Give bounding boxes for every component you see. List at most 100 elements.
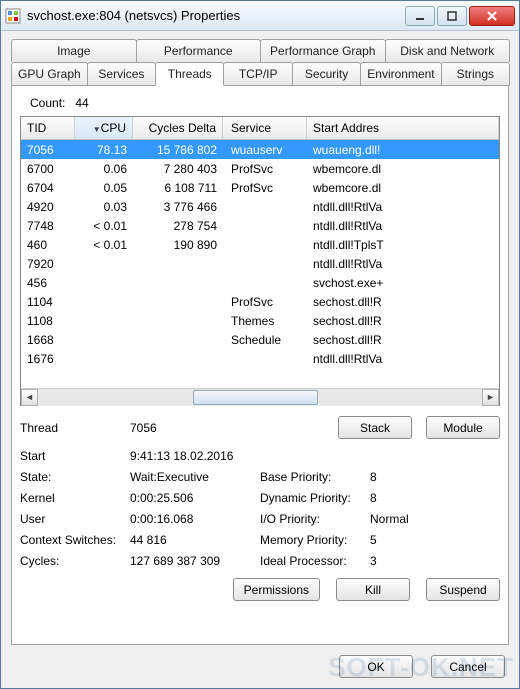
- tab-panel-threads: Count: 44 TID ▼CPU Cycles Delta Service …: [11, 85, 509, 645]
- permissions-button[interactable]: Permissions: [233, 578, 320, 601]
- scroll-track[interactable]: [38, 389, 482, 406]
- cell-start-address: sechost.dll!R: [307, 332, 499, 348]
- cell-cpu: 0.03: [75, 199, 133, 215]
- cell-cycles: [133, 339, 223, 341]
- col-cycles-delta[interactable]: Cycles Delta: [133, 117, 223, 139]
- cell-cycles: [133, 358, 223, 360]
- cell-tid: 7920: [21, 256, 75, 272]
- client-area: ImagePerformancePerformance GraphDisk an…: [1, 31, 519, 688]
- memory-priority-value: 5: [370, 533, 440, 547]
- cycles-label: Cycles:: [20, 554, 130, 568]
- dynamic-priority-value: 8: [370, 491, 440, 505]
- cell-tid: 1668: [21, 332, 75, 348]
- cell-cpu: 0.05: [75, 180, 133, 196]
- table-row[interactable]: 1104ProfSvcsechost.dll!R: [21, 292, 499, 311]
- user-value: 0:00:16.068: [130, 512, 260, 526]
- tab-performance-graph[interactable]: Performance Graph: [260, 39, 386, 62]
- cell-cpu: < 0.01: [75, 237, 133, 253]
- col-start-address[interactable]: Start Addres: [307, 117, 499, 139]
- cell-tid: 1104: [21, 294, 75, 310]
- cell-start-address: wbemcore.dl: [307, 180, 499, 196]
- minimize-button[interactable]: [405, 6, 435, 26]
- cell-cpu: [75, 320, 133, 322]
- properties-window: svchost.exe:804 (netsvcs) Properties Ima…: [0, 0, 520, 689]
- titlebar[interactable]: svchost.exe:804 (netsvcs) Properties: [1, 1, 519, 31]
- start-value: 9:41:13 18.02.2016: [130, 449, 440, 463]
- cell-start-address: sechost.dll!R: [307, 294, 499, 310]
- io-priority-label: I/O Priority:: [260, 512, 370, 526]
- cell-cycles: [133, 263, 223, 265]
- cell-tid: 7056: [21, 142, 75, 158]
- table-row[interactable]: 7748< 0.01278 754ntdll.dll!RtlVa: [21, 216, 499, 235]
- module-button[interactable]: Module: [426, 416, 500, 439]
- table-row[interactable]: 67000.067 280 403ProfSvcwbemcore.dl: [21, 159, 499, 178]
- cell-service: [223, 225, 307, 227]
- tab-tcp/ip[interactable]: TCP/IP: [223, 62, 292, 86]
- suspend-button[interactable]: Suspend: [426, 578, 500, 601]
- cycles-value: 127 689 387 309: [130, 554, 260, 568]
- sort-desc-icon: ▼: [93, 125, 101, 134]
- tab-threads[interactable]: Threads: [155, 62, 224, 86]
- ideal-processor-label: Ideal Processor:: [260, 554, 370, 568]
- tab-services[interactable]: Services: [87, 62, 156, 86]
- close-button[interactable]: [469, 6, 515, 26]
- io-priority-value: Normal: [370, 512, 440, 526]
- base-priority-label: Base Priority:: [260, 470, 370, 484]
- kernel-label: Kernel: [20, 491, 130, 505]
- tab-gpu-graph[interactable]: GPU Graph: [11, 62, 88, 86]
- start-label: Start: [20, 449, 130, 463]
- stack-button[interactable]: Stack: [338, 416, 412, 439]
- kill-button[interactable]: Kill: [336, 578, 410, 601]
- cell-start-address: ntdll.dll!RtlVa: [307, 218, 499, 234]
- cancel-button[interactable]: Cancel: [431, 655, 505, 678]
- context-switches-value: 44 816: [130, 533, 260, 547]
- memory-priority-label: Memory Priority:: [260, 533, 370, 547]
- cell-tid: 4920: [21, 199, 75, 215]
- thread-action-buttons: Permissions Kill Suspend: [20, 578, 500, 601]
- table-row[interactable]: 67040.056 108 711ProfSvcwbemcore.dl: [21, 178, 499, 197]
- cell-start-address: ntdll.dll!RtlVa: [307, 256, 499, 272]
- table-row[interactable]: 1108Themessechost.dll!R: [21, 311, 499, 330]
- window-controls: [403, 6, 515, 26]
- state-label: State:: [20, 470, 130, 484]
- scroll-thumb[interactable]: [193, 390, 317, 405]
- col-cpu[interactable]: ▼CPU: [75, 117, 133, 139]
- col-tid[interactable]: TID: [21, 117, 75, 139]
- table-row[interactable]: 1668Schedulesechost.dll!R: [21, 330, 499, 349]
- tab-environment[interactable]: Environment: [360, 62, 441, 86]
- table-row[interactable]: 7920 ntdll.dll!RtlVa: [21, 254, 499, 273]
- table-row[interactable]: 460< 0.01190 890ntdll.dll!TplsT: [21, 235, 499, 254]
- grid-body[interactable]: 705678.1315 786 802wuauservwuaueng.dll!6…: [21, 140, 499, 388]
- count-label: Count:: [30, 96, 65, 110]
- cell-tid: 6700: [21, 161, 75, 177]
- ok-button[interactable]: OK: [339, 655, 413, 678]
- user-label: User: [20, 512, 130, 526]
- tab-strings[interactable]: Strings: [441, 62, 510, 86]
- app-icon: [5, 8, 21, 24]
- thread-label: Thread: [20, 421, 130, 435]
- table-row[interactable]: 456svchost.exe+: [21, 273, 499, 292]
- tab-image[interactable]: Image: [11, 39, 137, 62]
- cell-service: [223, 206, 307, 208]
- scroll-right-icon[interactable]: ►: [482, 389, 499, 406]
- tab-security[interactable]: Security: [292, 62, 361, 86]
- cell-service: ProfSvc: [223, 161, 307, 177]
- maximize-button[interactable]: [437, 6, 467, 26]
- tabstrip: ImagePerformancePerformance GraphDisk an…: [11, 39, 509, 86]
- table-row[interactable]: 49200.033 776 466ntdll.dll!RtlVa: [21, 197, 499, 216]
- thread-detail-top: Thread 7056 Stack Module: [20, 416, 500, 439]
- tab-disk-and-network[interactable]: Disk and Network: [385, 39, 511, 62]
- tab-performance[interactable]: Performance: [136, 39, 262, 62]
- cell-cpu: [75, 263, 133, 265]
- scroll-left-icon[interactable]: ◄: [21, 389, 38, 406]
- h-scrollbar[interactable]: ◄ ►: [21, 388, 499, 405]
- col-service[interactable]: Service: [223, 117, 307, 139]
- cell-start-address: svchost.exe+: [307, 275, 499, 291]
- table-row[interactable]: 705678.1315 786 802wuauservwuaueng.dll!: [21, 140, 499, 159]
- context-switches-label: Context Switches:: [20, 533, 130, 547]
- table-row[interactable]: 1676ntdll.dll!RtlVa: [21, 349, 499, 368]
- cell-cycles: 15 786 802: [133, 142, 223, 158]
- cell-cpu: [75, 301, 133, 303]
- cell-cpu: 0.06: [75, 161, 133, 177]
- cell-cpu: [75, 282, 133, 284]
